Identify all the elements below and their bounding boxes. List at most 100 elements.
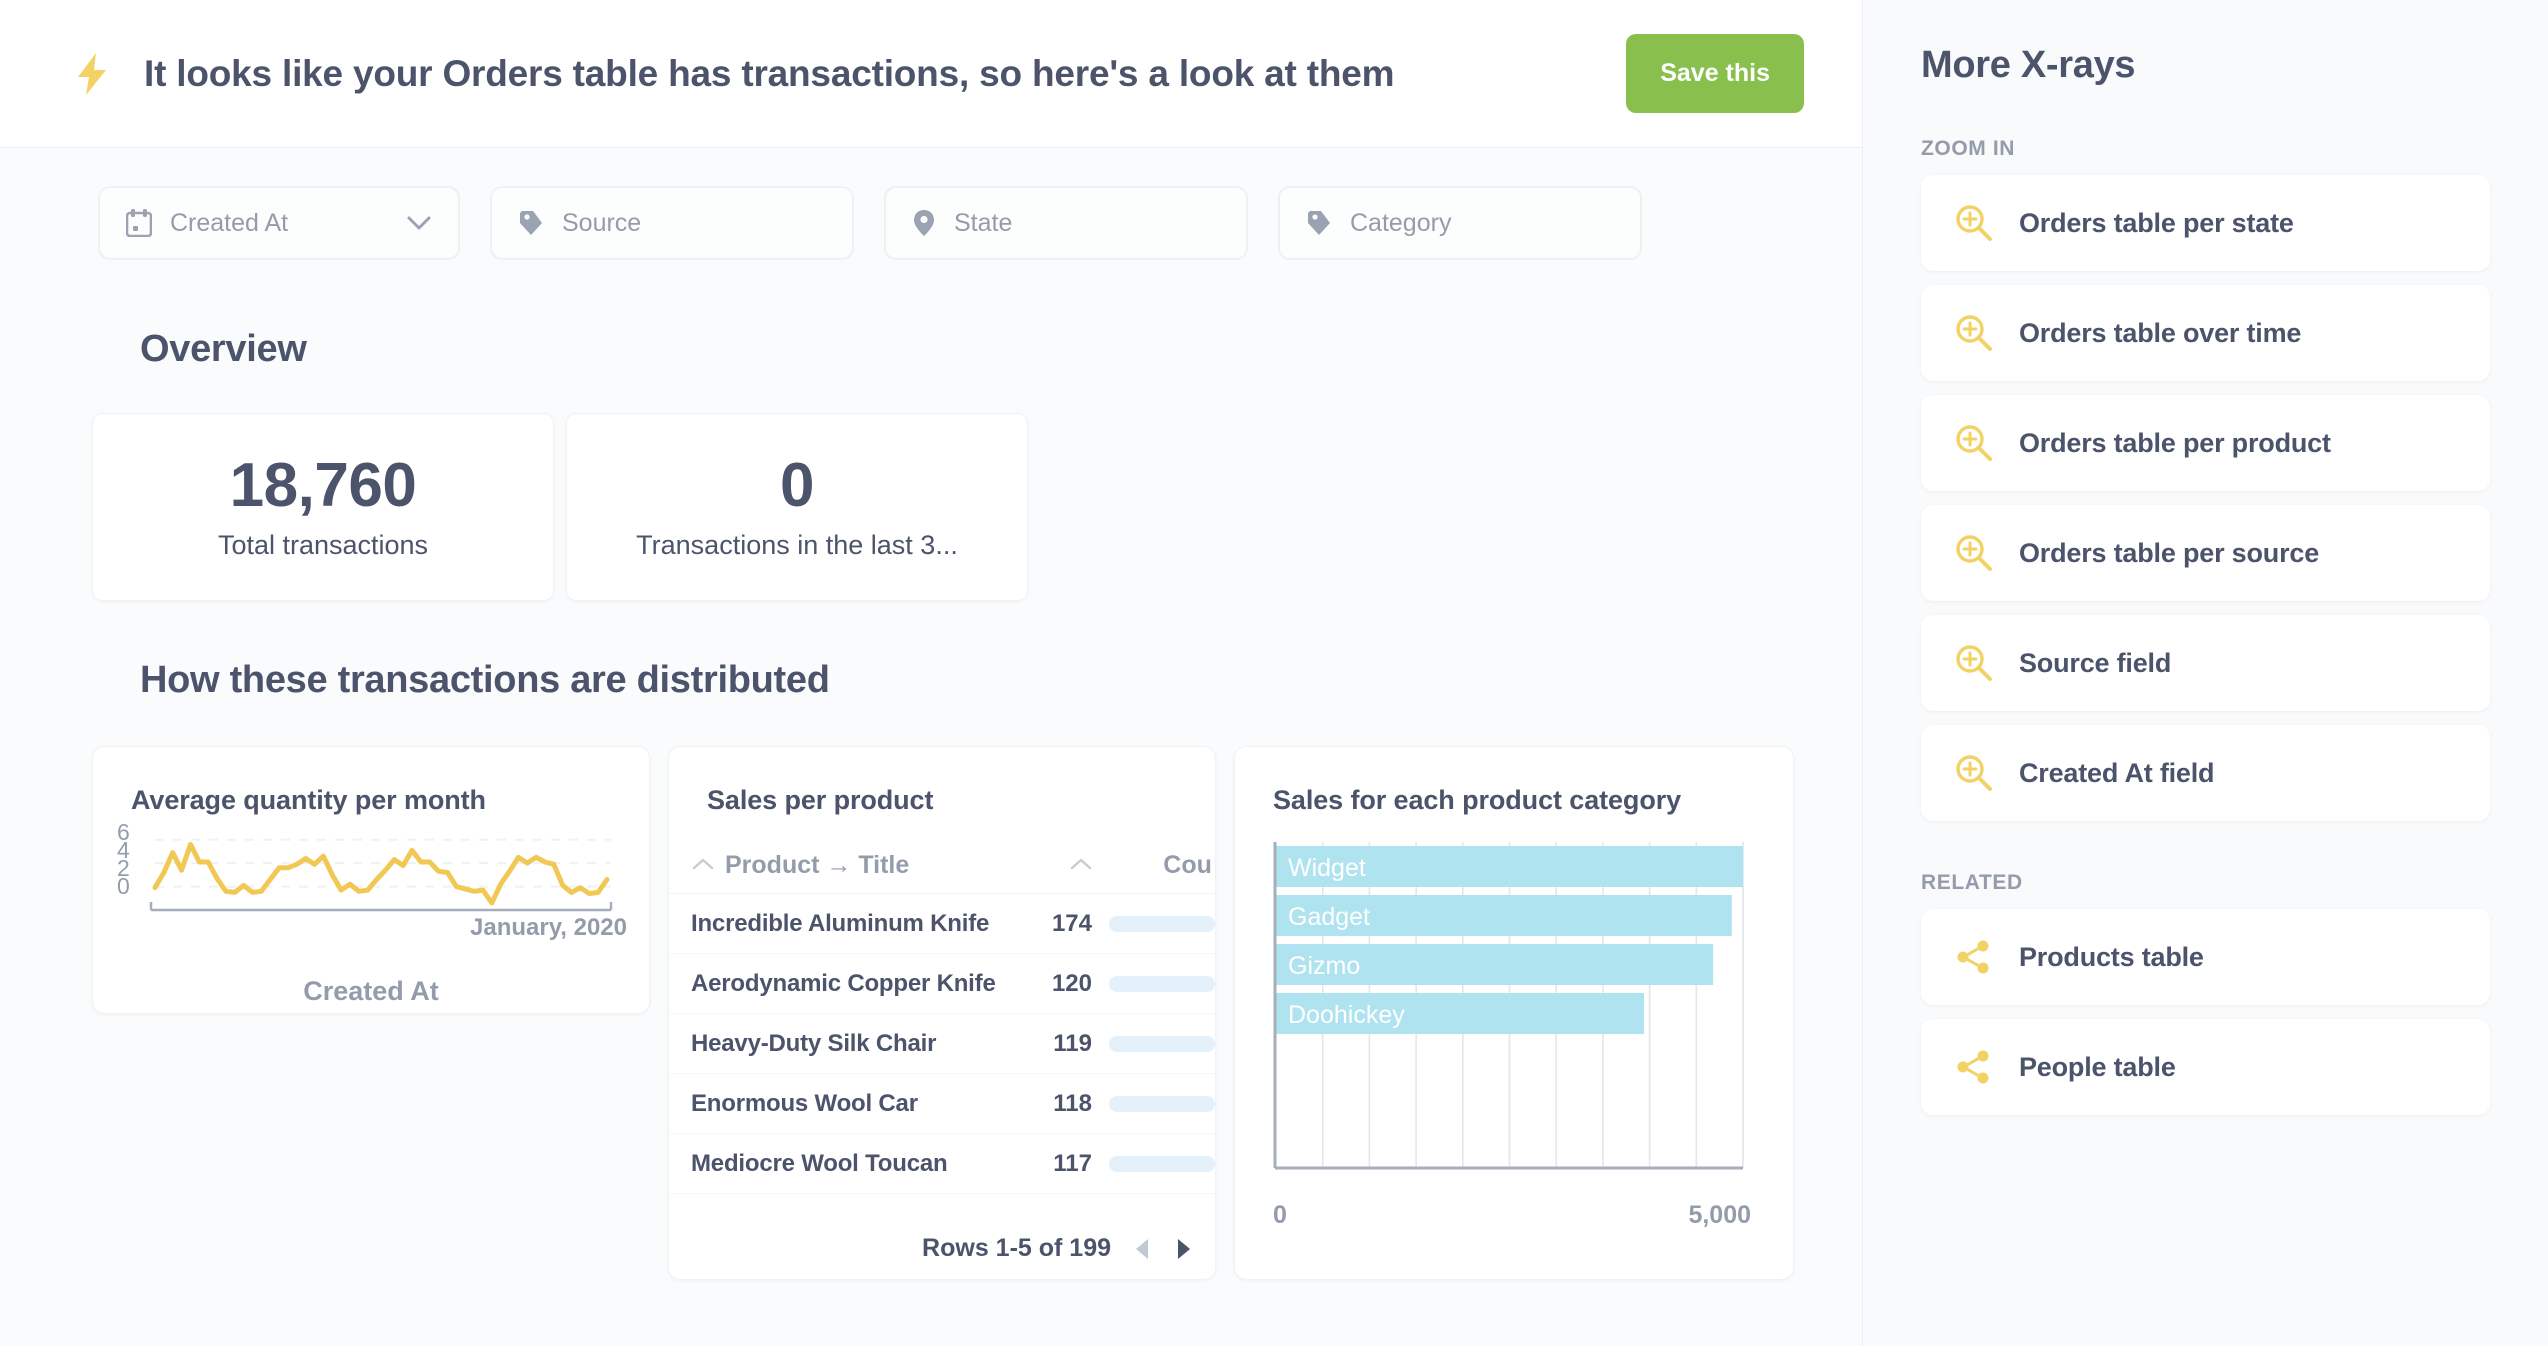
cell-count: 117 xyxy=(1036,1150,1092,1178)
sidebar-item-zoom-in-2[interactable]: Orders table over time xyxy=(1921,285,2490,381)
y-tick: 0 xyxy=(117,878,130,896)
card-title: Sales per product xyxy=(669,747,1215,816)
page-header: It looks like your Orders table has tran… xyxy=(0,0,1862,148)
sidebar-item-zoom-in-label: Created At field xyxy=(2019,758,2214,789)
chevron-down-icon[interactable] xyxy=(366,215,432,231)
table-row[interactable]: Heavy-Duty Silk Chair 119 xyxy=(669,1014,1215,1074)
map-pin-icon xyxy=(912,209,936,237)
zoom-in-icon xyxy=(1955,754,1993,792)
cell-mini-bar xyxy=(1109,1036,1215,1052)
sidebar-item-zoom-in-5[interactable]: Source field xyxy=(1921,615,2490,711)
chevron-up-icon[interactable] xyxy=(1069,855,1093,877)
line-chart-x-axis-caption: Created At xyxy=(93,976,649,1007)
cell-mini-bar xyxy=(1109,1156,1215,1172)
table-row[interactable]: Enormous Wool Car 118 xyxy=(669,1074,1215,1134)
sidebar-item-zoom-in-4[interactable]: Orders table per source xyxy=(1921,505,2490,601)
tag-icon xyxy=(518,209,544,237)
cell-count: 174 xyxy=(1036,910,1092,938)
chevron-up-icon[interactable] xyxy=(691,855,715,877)
card-sales-per-product[interactable]: Sales per product Product → Title Cou In… xyxy=(668,746,1216,1280)
table-row[interactable]: Mediocre Wool Toucan 117 xyxy=(669,1134,1215,1194)
line-chart-svg xyxy=(149,822,619,922)
bar-chart-svg xyxy=(1273,842,1751,1172)
scalar-cards-row: 18,760 Total transactions 0 Transactions… xyxy=(92,413,1862,601)
filter-created-at[interactable]: Created At xyxy=(98,186,460,260)
cell-mini-bar xyxy=(1109,1096,1215,1112)
column-header-count[interactable]: Cou xyxy=(1163,851,1212,880)
table-row[interactable]: Incredible Aluminum Knife 174 xyxy=(669,894,1215,954)
tag-icon xyxy=(1306,209,1332,237)
line-chart-y-axis: 6 4 2 0 xyxy=(117,824,130,896)
cell-product-title: Mediocre Wool Toucan xyxy=(691,1150,1036,1178)
card-sales-for-each-product-category[interactable]: Sales for each product category WidgetGa… xyxy=(1234,746,1794,1280)
sidebar-item-zoom-in-label: Orders table per state xyxy=(2019,208,2294,239)
cell-product-title: Heavy-Duty Silk Chair xyxy=(691,1030,1036,1058)
filter-state-label: State xyxy=(954,209,1012,238)
filter-category[interactable]: Category xyxy=(1278,186,1642,260)
x-tick: 0 xyxy=(1273,1201,1287,1230)
cell-count: 120 xyxy=(1036,970,1092,998)
save-button[interactable]: Save this xyxy=(1626,34,1804,113)
calendar-icon xyxy=(126,209,152,237)
cell-product-title: Aerodynamic Copper Knife xyxy=(691,970,1036,998)
sidebar-item-related-2[interactable]: People table xyxy=(1921,1019,2490,1115)
column-header-product-title[interactable]: Product → Title xyxy=(725,851,909,880)
zoom-in-icon xyxy=(1955,314,1993,352)
overview-heading: Overview xyxy=(140,328,1862,371)
cell-mini-bar xyxy=(1109,976,1215,992)
card-title: Sales for each product category xyxy=(1235,747,1793,816)
card-title: Average quantity per month xyxy=(93,747,649,816)
main-content: It looks like your Orders table has tran… xyxy=(0,0,1862,1346)
cell-product-title: Enormous Wool Car xyxy=(691,1090,1036,1118)
cell-count: 118 xyxy=(1036,1090,1092,1118)
filter-source[interactable]: Source xyxy=(490,186,854,260)
sidebar-item-related-label: Products table xyxy=(2019,942,2204,973)
table-row[interactable]: Aerodynamic Copper Knife 120 xyxy=(669,954,1215,1014)
sidebar-item-related-label: People table xyxy=(2019,1052,2176,1083)
sidebar-item-zoom-in-3[interactable]: Orders table per product xyxy=(1921,395,2490,491)
filter-created-at-label: Created At xyxy=(170,209,288,238)
dashboard-cards-row: Average quantity per month 6 4 2 0 Janua… xyxy=(92,746,1862,1280)
table-pagination: Rows 1-5 of 199 xyxy=(922,1234,1195,1263)
zoom-in-icon xyxy=(1955,644,1993,682)
card-average-quantity-per-month[interactable]: Average quantity per month 6 4 2 0 Janua… xyxy=(92,746,650,1014)
sidebar-section-zoom-in: ZOOM IN xyxy=(1921,137,2490,161)
scalar-value: 18,760 xyxy=(230,453,417,518)
filter-category-label: Category xyxy=(1350,209,1451,238)
scalar-label: Transactions in the last 3... xyxy=(636,530,958,561)
filter-bar: Created At Source xyxy=(0,148,1862,260)
sidebar-item-zoom-in-6[interactable]: Created At field xyxy=(1921,725,2490,821)
cell-mini-bar xyxy=(1109,916,1215,932)
cell-product-title: Incredible Aluminum Knife xyxy=(691,910,1036,938)
zoom-in-list: Orders table per state Orders table over … xyxy=(1921,175,2490,821)
cell-count: 119 xyxy=(1036,1030,1092,1058)
sidebar-item-related-1[interactable]: Products table xyxy=(1921,909,2490,1005)
share-nodes-icon xyxy=(1955,938,1993,976)
sidebar-title: More X-rays xyxy=(1921,0,2490,87)
related-list: Products table People table xyxy=(1921,909,2490,1115)
sidebar-item-zoom-in-1[interactable]: Orders table per state xyxy=(1921,175,2490,271)
sidebar-item-zoom-in-label: Orders table over time xyxy=(2019,318,2301,349)
next-page-button[interactable] xyxy=(1173,1236,1195,1262)
scalar-value: 0 xyxy=(780,453,814,518)
line-chart-x-end-label: January, 2020 xyxy=(470,914,627,942)
filter-state[interactable]: State xyxy=(884,186,1248,260)
xray-page: It looks like your Orders table has tran… xyxy=(0,0,2548,1346)
x-tick: 5,000 xyxy=(1688,1201,1751,1230)
previous-page-button[interactable] xyxy=(1131,1236,1153,1262)
zoom-in-icon xyxy=(1955,534,1993,572)
page-title: It looks like your Orders table has tran… xyxy=(144,53,1626,95)
distribution-heading: How these transactions are distributed xyxy=(140,659,1862,702)
zoom-in-icon xyxy=(1955,424,1993,462)
filter-source-label: Source xyxy=(562,209,641,238)
scalar-card-recent-transactions[interactable]: 0 Transactions in the last 3... xyxy=(566,413,1028,601)
share-nodes-icon xyxy=(1955,1048,1993,1086)
line-chart: 6 4 2 0 January, 2020 xyxy=(93,822,649,952)
sidebar-item-zoom-in-label: Source field xyxy=(2019,648,2171,679)
scalar-card-total-transactions[interactable]: 18,760 Total transactions xyxy=(92,413,554,601)
lightning-bolt-icon xyxy=(72,51,112,97)
zoom-in-icon xyxy=(1955,204,1993,242)
more-xrays-sidebar: More X-rays ZOOM IN Orders table per sta… xyxy=(1862,0,2548,1346)
bar-chart: WidgetGadgetGizmoDoohickey 0 5,000 xyxy=(1273,842,1753,1232)
sidebar-section-related: RELATED xyxy=(1921,871,2490,895)
